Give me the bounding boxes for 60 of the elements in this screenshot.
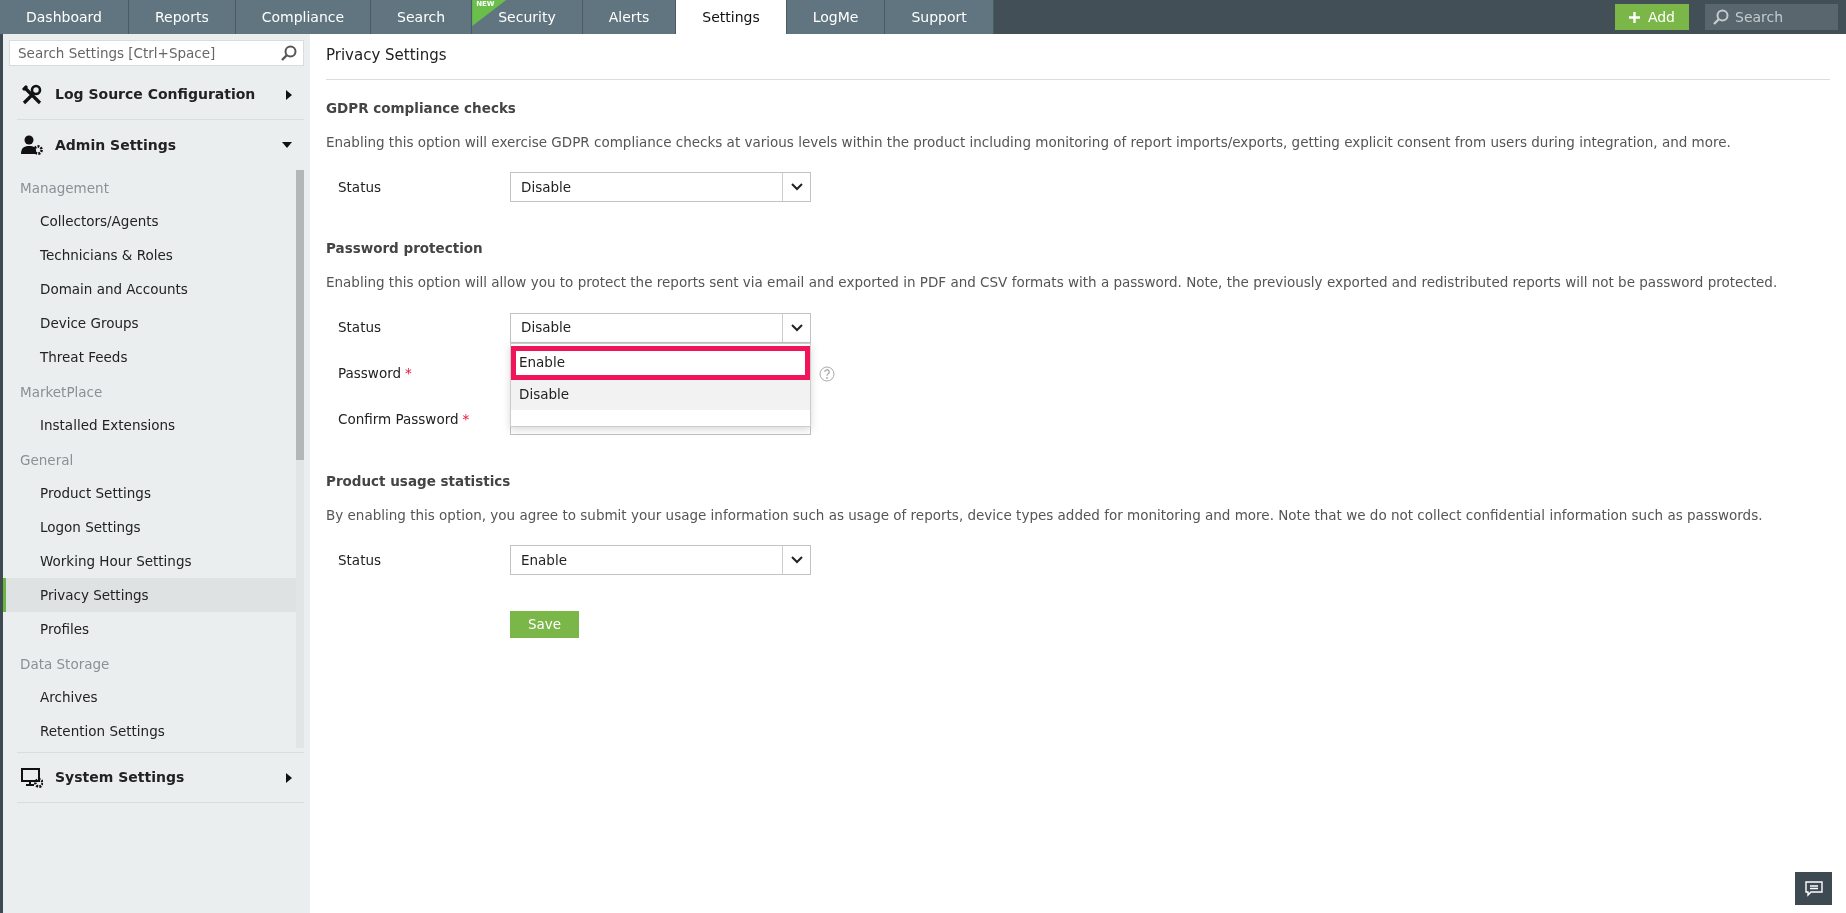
- monitor-gear-icon: [21, 766, 43, 789]
- menu-item[interactable]: Domain and Accounts: [3, 272, 296, 306]
- field-label: Status: [338, 551, 382, 568]
- chevron-down-icon: [790, 323, 803, 332]
- user-gear-icon: [21, 134, 43, 156]
- menu-item[interactable]: Product Settings: [3, 476, 296, 510]
- required-mark: *: [405, 365, 412, 382]
- section-description: By enabling this option, you agree to submit your usage information such as usage of reports, device types added for monitoring and more. Note that we do not collect confidential information such as passwords.: [326, 505, 1764, 525]
- settings-search-field[interactable]: Search Settings [Ctrl+Space]: [9, 40, 304, 66]
- nav-tab[interactable]: Support: [885, 0, 994, 34]
- status-select[interactable]: Disable: [510, 312, 811, 343]
- menu-item[interactable]: Archives: [3, 680, 296, 714]
- search-field[interactable]: Search: [1705, 4, 1838, 30]
- section-heading: Product usage statistics: [326, 471, 512, 491]
- group-heading: Data Storage: [19, 654, 111, 674]
- menu-item[interactable]: Collectors/Agents: [3, 204, 296, 238]
- plus-icon: [1628, 11, 1640, 23]
- nav-tab[interactable]: LogMe: [786, 0, 886, 34]
- nav-tab[interactable]: Search: [371, 0, 473, 34]
- menu-item[interactable]: Technicians & Roles: [3, 238, 296, 272]
- chevron-down-icon: [790, 183, 803, 191]
- section-description: Enabling this option will exercise GDPR compliance checks at various levels within the product including monitoring of report imports/exports, getting explicit consent from users during integration, and more.: [326, 132, 1732, 152]
- menu-item[interactable]: Working Hour Settings: [3, 544, 296, 578]
- required-mark: *: [462, 411, 470, 428]
- menu-item[interactable]: Profiles: [3, 612, 296, 646]
- chat-icon: [1804, 880, 1823, 897]
- status-select[interactable]: Enable: [510, 545, 811, 575]
- nav-tab[interactable]: Dashboard: [0, 0, 129, 34]
- nav-tab[interactable]: Reports: [128, 0, 236, 34]
- group-heading: MarketPlace: [19, 382, 104, 402]
- nav-tab[interactable]: Settings: [676, 0, 787, 34]
- dropdown-option[interactable]: Disable: [511, 379, 810, 410]
- dropdown-option[interactable]: Enable: [511, 345, 810, 380]
- group-heading: Management: [19, 178, 110, 198]
- section-description: Enabling this option will allow you to protect the reports sent via email and exported in PDF and CSV formats with a password. Note, the previously exported and redistributed reports will not be password protected.: [326, 273, 1779, 293]
- search-icon: [281, 45, 297, 61]
- scrollbar[interactable]: [296, 170, 304, 748]
- field-label: Confirm Password: [338, 411, 459, 428]
- tools-icon: [21, 83, 43, 106]
- menu-item[interactable]: Privacy Settings: [3, 578, 296, 612]
- chevron-down-icon: [790, 556, 803, 564]
- menu-item[interactable]: Threat Feeds: [3, 340, 296, 374]
- section-title[interactable]: Log Source Configuration: [55, 84, 256, 105]
- status-select[interactable]: Disable: [510, 172, 811, 202]
- menu-item[interactable]: Device Groups: [3, 306, 296, 340]
- menu-item[interactable]: Installed Extensions: [3, 408, 296, 442]
- nav-tab[interactable]: Alerts: [582, 0, 677, 34]
- section-title[interactable]: Admin Settings: [55, 134, 177, 156]
- group-heading: General: [19, 450, 75, 470]
- section-heading: GDPR compliance checks: [326, 98, 517, 118]
- chat-button[interactable]: [1795, 872, 1832, 905]
- menu-item[interactable]: Retention Settings: [3, 714, 296, 748]
- field-label: Status: [338, 319, 382, 336]
- menu-item[interactable]: Logon Settings: [3, 510, 296, 544]
- section-title[interactable]: System Settings: [55, 767, 185, 788]
- field-label: Password: [338, 365, 402, 382]
- field-label: Status: [338, 178, 382, 195]
- section-heading: Password protection: [326, 239, 484, 258]
- page-title: Privacy Settings: [326, 34, 1830, 80]
- nav-tab[interactable]: Compliance: [235, 0, 372, 34]
